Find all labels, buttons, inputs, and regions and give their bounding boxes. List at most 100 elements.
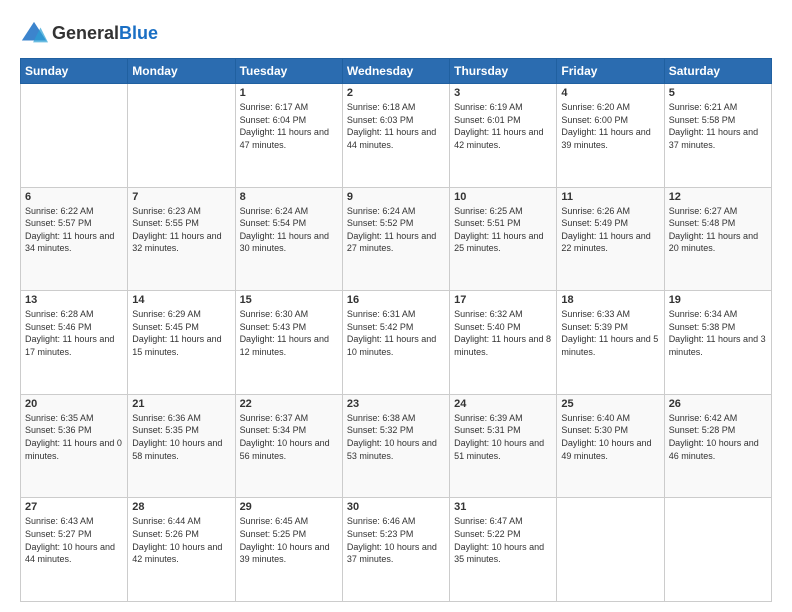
cell-content: Sunrise: 6:21 AMSunset: 5:58 PMDaylight:… — [669, 101, 767, 151]
cell-content: Sunrise: 6:39 AMSunset: 5:31 PMDaylight:… — [454, 412, 552, 462]
calendar-cell: 23 Sunrise: 6:38 AMSunset: 5:32 PMDayligh… — [342, 394, 449, 498]
calendar-cell: 15 Sunrise: 6:30 AMSunset: 5:43 PMDayligh… — [235, 291, 342, 395]
day-number: 5 — [669, 87, 767, 99]
calendar-cell: 24 Sunrise: 6:39 AMSunset: 5:31 PMDayligh… — [450, 394, 557, 498]
weekday-header-wednesday: Wednesday — [342, 59, 449, 84]
page: GeneralBlue SundayMondayTuesdayWednesday… — [0, 0, 792, 612]
cell-content: Sunrise: 6:24 AMSunset: 5:52 PMDaylight:… — [347, 205, 445, 255]
day-number: 31 — [454, 501, 552, 513]
calendar-cell — [664, 498, 771, 602]
cell-content: Sunrise: 6:19 AMSunset: 6:01 PMDaylight:… — [454, 101, 552, 151]
calendar-cell: 20 Sunrise: 6:35 AMSunset: 5:36 PMDayligh… — [21, 394, 128, 498]
cell-content: Sunrise: 6:38 AMSunset: 5:32 PMDaylight:… — [347, 412, 445, 462]
calendar-cell: 16 Sunrise: 6:31 AMSunset: 5:42 PMDayligh… — [342, 291, 449, 395]
calendar-cell: 11 Sunrise: 6:26 AMSunset: 5:49 PMDayligh… — [557, 187, 664, 291]
weekday-header-monday: Monday — [128, 59, 235, 84]
calendar-cell: 31 Sunrise: 6:47 AMSunset: 5:22 PMDayligh… — [450, 498, 557, 602]
calendar-cell: 8 Sunrise: 6:24 AMSunset: 5:54 PMDaylight… — [235, 187, 342, 291]
calendar-cell: 13Sunrise: 6:28 AMSunset: 5:46 PMDayligh… — [21, 291, 128, 395]
day-number: 21 — [132, 398, 230, 410]
day-number: 30 — [347, 501, 445, 513]
cell-content: Sunrise: 6:27 AMSunset: 5:48 PMDaylight:… — [669, 205, 767, 255]
calendar-cell: 29Sunrise: 6:45 AMSunset: 5:25 PMDayligh… — [235, 498, 342, 602]
cell-content: Sunrise: 6:31 AMSunset: 5:42 PMDaylight:… — [347, 308, 445, 358]
logo-icon — [20, 20, 48, 48]
calendar-week-row: 1 Sunrise: 6:17 AMSunset: 6:04 PMDaylight… — [21, 84, 772, 188]
cell-content: Sunrise: 6:18 AMSunset: 6:03 PMDaylight:… — [347, 101, 445, 151]
cell-content: Sunrise: 6:36 AMSunset: 5:35 PMDaylight:… — [132, 412, 230, 462]
calendar-cell: 14 Sunrise: 6:29 AMSunset: 5:45 PMDayligh… — [128, 291, 235, 395]
day-number: 28 — [132, 501, 230, 513]
day-number: 19 — [669, 294, 767, 306]
logo-text: GeneralBlue — [52, 24, 158, 44]
calendar-cell: 7 Sunrise: 6:23 AMSunset: 5:55 PMDaylight… — [128, 187, 235, 291]
cell-content: Sunrise: 6:22 AMSunset: 5:57 PMDaylight:… — [25, 205, 123, 255]
day-number: 20 — [25, 398, 123, 410]
calendar-cell: 6 Sunrise: 6:22 AMSunset: 5:57 PMDaylight… — [21, 187, 128, 291]
day-number: 16 — [347, 294, 445, 306]
cell-content: Sunrise: 6:17 AMSunset: 6:04 PMDaylight:… — [240, 101, 338, 151]
day-number: 10 — [454, 191, 552, 203]
calendar-cell: 25Sunrise: 6:40 AMSunset: 5:30 PMDayligh… — [557, 394, 664, 498]
day-number: 14 — [132, 294, 230, 306]
calendar-cell: 27 Sunrise: 6:43 AMSunset: 5:27 PMDayligh… — [21, 498, 128, 602]
day-number: 6 — [25, 191, 123, 203]
cell-content: Sunrise: 6:24 AMSunset: 5:54 PMDaylight:… — [240, 205, 338, 255]
calendar-cell: 5 Sunrise: 6:21 AMSunset: 5:58 PMDaylight… — [664, 84, 771, 188]
cell-content: Sunrise: 6:26 AMSunset: 5:49 PMDaylight:… — [561, 205, 659, 255]
calendar-cell: 10 Sunrise: 6:25 AMSunset: 5:51 PMDayligh… — [450, 187, 557, 291]
calendar-cell: 26Sunrise: 6:42 AMSunset: 5:28 PMDayligh… — [664, 394, 771, 498]
cell-content: Sunrise: 6:35 AMSunset: 5:36 PMDaylight:… — [25, 412, 123, 462]
calendar-cell: 19 Sunrise: 6:34 AMSunset: 5:38 PMDayligh… — [664, 291, 771, 395]
calendar-cell: 18Sunrise: 6:33 AMSunset: 5:39 PMDayligh… — [557, 291, 664, 395]
day-number: 26 — [669, 398, 767, 410]
weekday-header-sunday: Sunday — [21, 59, 128, 84]
cell-content: Sunrise: 6:25 AMSunset: 5:51 PMDaylight:… — [454, 205, 552, 255]
cell-content: Sunrise: 6:30 AMSunset: 5:43 PMDaylight:… — [240, 308, 338, 358]
calendar-cell: 21 Sunrise: 6:36 AMSunset: 5:35 PMDayligh… — [128, 394, 235, 498]
calendar-week-row: 6 Sunrise: 6:22 AMSunset: 5:57 PMDaylight… — [21, 187, 772, 291]
calendar-cell: 22Sunrise: 6:37 AMSunset: 5:34 PMDayligh… — [235, 394, 342, 498]
calendar-cell: 28Sunrise: 6:44 AMSunset: 5:26 PMDayligh… — [128, 498, 235, 602]
cell-content: Sunrise: 6:33 AMSunset: 5:39 PMDaylight:… — [561, 308, 659, 358]
cell-content: Sunrise: 6:23 AMSunset: 5:55 PMDaylight:… — [132, 205, 230, 255]
logo: GeneralBlue — [20, 20, 158, 48]
calendar-week-row: 13Sunrise: 6:28 AMSunset: 5:46 PMDayligh… — [21, 291, 772, 395]
cell-content: Sunrise: 6:32 AMSunset: 5:40 PMDaylight:… — [454, 308, 552, 358]
day-number: 25 — [561, 398, 659, 410]
calendar-cell — [128, 84, 235, 188]
cell-content: Sunrise: 6:46 AMSunset: 5:23 PMDaylight:… — [347, 515, 445, 565]
day-number: 3 — [454, 87, 552, 99]
day-number: 23 — [347, 398, 445, 410]
day-number: 17 — [454, 294, 552, 306]
day-number: 7 — [132, 191, 230, 203]
day-number: 9 — [347, 191, 445, 203]
calendar-cell — [557, 498, 664, 602]
calendar-cell: 2Sunrise: 6:18 AMSunset: 6:03 PMDaylight… — [342, 84, 449, 188]
day-number: 1 — [240, 87, 338, 99]
day-number: 11 — [561, 191, 659, 203]
cell-content: Sunrise: 6:45 AMSunset: 5:25 PMDaylight:… — [240, 515, 338, 565]
day-number: 13 — [25, 294, 123, 306]
cell-content: Sunrise: 6:29 AMSunset: 5:45 PMDaylight:… — [132, 308, 230, 358]
day-number: 8 — [240, 191, 338, 203]
calendar-cell: 4 Sunrise: 6:20 AMSunset: 6:00 PMDaylight… — [557, 84, 664, 188]
weekday-header-tuesday: Tuesday — [235, 59, 342, 84]
logo-general-text: GeneralBlue — [52, 24, 158, 44]
cell-content: Sunrise: 6:43 AMSunset: 5:27 PMDaylight:… — [25, 515, 123, 565]
day-number: 4 — [561, 87, 659, 99]
cell-content: Sunrise: 6:34 AMSunset: 5:38 PMDaylight:… — [669, 308, 767, 358]
day-number: 15 — [240, 294, 338, 306]
weekday-header-friday: Friday — [557, 59, 664, 84]
header: GeneralBlue — [20, 20, 772, 48]
day-number: 27 — [25, 501, 123, 513]
cell-content: Sunrise: 6:20 AMSunset: 6:00 PMDaylight:… — [561, 101, 659, 151]
calendar-cell — [21, 84, 128, 188]
cell-content: Sunrise: 6:47 AMSunset: 5:22 PMDaylight:… — [454, 515, 552, 565]
calendar-cell: 12Sunrise: 6:27 AMSunset: 5:48 PMDayligh… — [664, 187, 771, 291]
calendar-cell: 30 Sunrise: 6:46 AMSunset: 5:23 PMDayligh… — [342, 498, 449, 602]
day-number: 24 — [454, 398, 552, 410]
calendar-cell: 3 Sunrise: 6:19 AMSunset: 6:01 PMDaylight… — [450, 84, 557, 188]
weekday-header-thursday: Thursday — [450, 59, 557, 84]
calendar-cell: 9 Sunrise: 6:24 AMSunset: 5:52 PMDaylight… — [342, 187, 449, 291]
